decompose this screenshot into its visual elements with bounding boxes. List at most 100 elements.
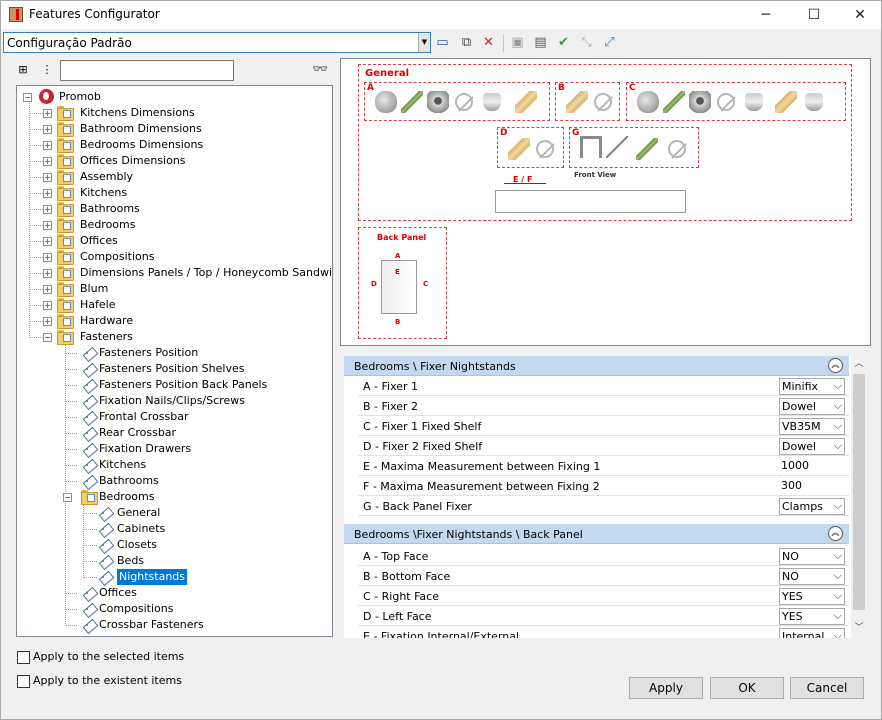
property-dropdown[interactable]: NO ⌵ <box>779 548 845 565</box>
expand-icon[interactable]: + <box>43 317 52 326</box>
expand-icon[interactable]: + <box>43 109 52 118</box>
tree-node-5[interactable]: + Kitchens <box>29 185 317 201</box>
tree-node-13[interactable]: + Hardware <box>29 313 317 329</box>
tree-node-bedrooms-4[interactable]: Nightstands <box>83 569 317 585</box>
expand-icon[interactable]: + <box>43 205 52 214</box>
section-fixer-nightstands[interactable]: Bedrooms \ Fixer Nightstands ︽ <box>344 356 849 376</box>
section-back-panel[interactable]: Bedrooms \Fixer Nightstands \ Back Panel… <box>344 524 849 544</box>
expand-icon[interactable]: + <box>43 221 52 230</box>
property-dropdown[interactable]: Clamps ⌵ <box>779 498 845 515</box>
collapse-icon[interactable]: ︽ <box>828 358 843 373</box>
scroll-thumb[interactable] <box>853 374 865 610</box>
expand-icon[interactable]: + <box>43 125 52 134</box>
chevron-down-icon[interactable]: ⌵ <box>834 499 842 513</box>
features-tree[interactable]: − Promob + Kitchens Dimensions + Bathroom D… <box>16 85 333 637</box>
binoculars-icon[interactable]: 👓 <box>312 62 328 78</box>
property-dropdown[interactable]: Dowel ⌵ <box>779 398 845 415</box>
minimize-button[interactable]: ─ <box>743 1 789 29</box>
chevron-down-icon[interactable]: ▼ <box>418 33 430 52</box>
save-all-icon[interactable]: ▤ <box>532 34 549 51</box>
property-row[interactable]: G - Back Panel Fixer Clamps ⌵ <box>358 496 849 516</box>
property-row[interactable]: D - Fixer 2 Fixed Shelf Dowel ⌵ <box>358 436 849 456</box>
property-grid[interactable]: Bedrooms \ Fixer Nightstands ︽ A - Fixer… <box>344 356 851 638</box>
tree-collapse-icon[interactable]: ⋮ <box>39 62 55 78</box>
chevron-down-icon[interactable]: ⌵ <box>834 569 842 583</box>
tree-node-10[interactable]: + Dimensions Panels / Top / Honeycomb San… <box>29 265 332 281</box>
tree-node-bedrooms-2[interactable]: Closets <box>83 537 317 553</box>
property-dropdown[interactable]: YES ⌵ <box>779 588 845 605</box>
expand-arrows-icon[interactable]: ⤢ <box>601 34 618 51</box>
chevron-down-icon[interactable]: ⌵ <box>834 589 842 603</box>
ok-button[interactable]: OK <box>710 677 784 699</box>
expand-icon[interactable]: + <box>43 173 52 182</box>
scroll-down-icon[interactable]: ﹀ <box>851 620 867 636</box>
tree-node-8[interactable]: + Offices <box>29 233 317 249</box>
apply-button[interactable]: Apply <box>629 677 703 699</box>
property-dropdown[interactable]: Minifix ⌵ <box>779 378 845 395</box>
tree-node-fasteners-9[interactable]: − Bedrooms <box>63 489 317 505</box>
tree-node-0[interactable]: + Kitchens Dimensions <box>29 105 317 121</box>
property-row[interactable]: C - Right Face YES ⌵ <box>358 586 849 606</box>
tree-node-3[interactable]: + Offices Dimensions <box>29 153 317 169</box>
chevron-down-icon[interactable]: ⌵ <box>834 629 842 638</box>
chevron-down-icon[interactable]: ⌵ <box>834 439 842 453</box>
scroll-up-icon[interactable]: ︿ <box>851 356 867 372</box>
property-dropdown[interactable]: VB35M ⌵ <box>779 418 845 435</box>
tree-node-fasteners-7[interactable]: Kitchens <box>65 457 317 473</box>
apply-check-icon[interactable]: ✔ <box>555 34 572 51</box>
tree-node-6[interactable]: + Bathrooms <box>29 201 317 217</box>
property-row[interactable]: D - Left Face YES ⌵ <box>358 606 849 626</box>
tree-node-fasteners-3[interactable]: Fixation Nails/Clips/Screws <box>65 393 317 409</box>
property-dropdown[interactable]: Internal ⌵ <box>779 628 845 638</box>
maximize-button[interactable]: ☐ <box>791 1 837 29</box>
tree-search-input[interactable] <box>60 60 234 81</box>
property-row[interactable]: A - Fixer 1 Minifix ⌵ <box>358 376 849 396</box>
tree-node-fasteners-6[interactable]: Fixation Drawers <box>65 441 317 457</box>
property-dropdown[interactable]: NO ⌵ <box>779 568 845 585</box>
property-row[interactable]: C - Fixer 1 Fixed Shelf VB35M ⌵ <box>358 416 849 436</box>
tree-node-fasteners-4[interactable]: Frontal Crossbar <box>65 409 317 425</box>
apply-selected-checkbox[interactable] <box>17 651 30 664</box>
tree-node-9[interactable]: + Compositions <box>29 249 317 265</box>
tree-node-fasteners-2[interactable]: Fasteners Position Back Panels <box>65 377 317 393</box>
property-grid-scrollbar[interactable]: ︿ ﹀ <box>851 356 867 638</box>
tree-node-bedrooms-3[interactable]: Beds <box>83 553 317 569</box>
tree-expand-icon[interactable]: ⊞ <box>15 62 31 78</box>
configuration-select[interactable]: Configuração Padrão ▼ <box>3 32 431 53</box>
tree-node-root[interactable]: − Promob <box>23 89 323 105</box>
copy-config-icon[interactable]: ⧉ <box>458 34 475 51</box>
property-dropdown[interactable]: Dowel ⌵ <box>779 438 845 455</box>
property-row[interactable]: B - Fixer 2 Dowel ⌵ <box>358 396 849 416</box>
property-row[interactable]: B - Bottom Face NO ⌵ <box>358 566 849 586</box>
chevron-down-icon[interactable]: ⌵ <box>834 549 842 563</box>
property-row[interactable]: F - Maxima Measurement between Fixing 2 3… <box>358 476 849 496</box>
tree-node-bedrooms-1[interactable]: Cabinets <box>83 521 317 537</box>
tree-node-fasteners-extra-1[interactable]: Compositions <box>65 601 317 617</box>
tree-node-4[interactable]: + Assembly <box>29 169 317 185</box>
property-row[interactable]: E - Fixation Internal/External Internal ⌵ <box>358 626 849 638</box>
cancel-button[interactable]: Cancel <box>790 677 864 699</box>
expand-icon[interactable]: + <box>43 253 52 262</box>
property-row[interactable]: E - Maxima Measurement between Fixing 1 1… <box>358 456 849 476</box>
tree-node-11[interactable]: + Blum <box>29 281 317 297</box>
save-icon[interactable]: ▣ <box>509 34 526 51</box>
expand-icon[interactable]: + <box>43 141 52 150</box>
tree-node-fasteners-0[interactable]: Fasteners Position <box>65 345 317 361</box>
tree-node-1[interactable]: + Bathroom Dimensions <box>29 121 317 137</box>
window-config-icon[interactable]: ▭ <box>434 34 451 51</box>
property-value-input[interactable]: 1000 <box>779 458 845 475</box>
property-dropdown[interactable]: YES ⌵ <box>779 608 845 625</box>
expand-icon[interactable]: + <box>43 237 52 246</box>
expand-icon[interactable]: + <box>43 269 52 278</box>
delete-icon[interactable]: ✕ <box>480 34 497 51</box>
tree-node-7[interactable]: + Bedrooms <box>29 217 317 233</box>
apply-existent-checkbox[interactable] <box>17 675 30 688</box>
collapse-arrows-icon[interactable]: ⤡ <box>578 34 595 51</box>
property-value-input[interactable]: 300 <box>779 478 845 495</box>
chevron-down-icon[interactable]: ⌵ <box>834 609 842 623</box>
tree-node-bedrooms-0[interactable]: General <box>83 505 317 521</box>
tree-node-fasteners-1[interactable]: Fasteners Position Shelves <box>65 361 317 377</box>
tree-node-2[interactable]: + Bedrooms Dimensions <box>29 137 317 153</box>
tree-node-fasteners-5[interactable]: Rear Crossbar <box>65 425 317 441</box>
chevron-down-icon[interactable]: ⌵ <box>834 379 842 393</box>
